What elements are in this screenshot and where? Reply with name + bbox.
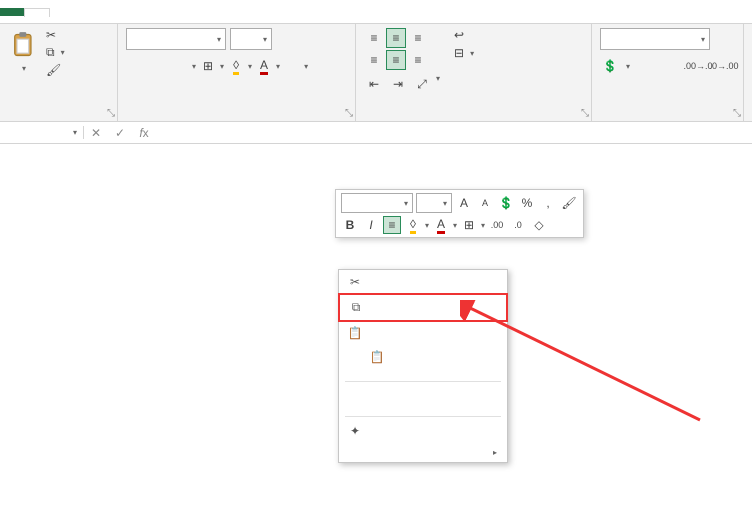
- mini-fill-color[interactable]: ◊: [404, 216, 422, 234]
- merge-center-button[interactable]: ⊟▾: [454, 46, 474, 60]
- font-color-button[interactable]: A: [254, 56, 274, 76]
- fill-color-button[interactable]: ◊: [226, 56, 246, 76]
- bold-button[interactable]: [126, 56, 146, 76]
- number-format-select[interactable]: ▾: [600, 28, 710, 50]
- align-top-button[interactable]: ≡: [364, 28, 384, 48]
- font-name-select[interactable]: ▾: [126, 28, 226, 50]
- clipboard-icon: [10, 30, 38, 60]
- group-number-label: [600, 117, 735, 119]
- increase-indent-button[interactable]: ⇥: [388, 74, 408, 94]
- group-clipboard-label: [8, 117, 109, 119]
- ctx-filter[interactable]: ▸: [339, 443, 507, 462]
- brush-icon: 🖌: [46, 63, 61, 77]
- font-size-select[interactable]: ▾: [230, 28, 272, 50]
- comma-button[interactable]: [662, 56, 682, 76]
- mini-grow-font[interactable]: A: [455, 194, 473, 212]
- clipboard-icon: 📋: [369, 350, 385, 364]
- shrink-font-button[interactable]: [300, 29, 320, 49]
- clipboard-icon: 📋: [347, 326, 363, 340]
- mini-font-name[interactable]: ▾: [341, 193, 413, 213]
- enter-button[interactable]: ✓: [108, 126, 132, 140]
- tab-data[interactable]: [122, 8, 146, 16]
- ctx-clear[interactable]: [339, 404, 507, 414]
- currency-button[interactable]: 💲: [600, 56, 620, 76]
- bucket-icon: ◊: [233, 58, 239, 75]
- tab-page-layout[interactable]: [74, 8, 98, 16]
- mini-bold[interactable]: B: [341, 216, 359, 234]
- group-font-label: [126, 117, 347, 119]
- ctx-delete[interactable]: [339, 394, 507, 404]
- sparkle-icon: ✦: [347, 424, 363, 438]
- copy-icon: ⧉: [348, 300, 364, 315]
- tab-insert[interactable]: [50, 8, 74, 16]
- mini-font-size[interactable]: ▾: [416, 193, 452, 213]
- scissors-icon: ✂: [347, 275, 363, 289]
- scissors-icon: ✂: [46, 28, 56, 42]
- tab-home[interactable]: [24, 8, 50, 17]
- align-bottom-button[interactable]: ≡: [408, 28, 428, 48]
- chevron-down-icon: ▾: [22, 64, 26, 73]
- mini-align-center[interactable]: ≡: [383, 216, 401, 234]
- fx-button[interactable]: fx: [132, 126, 156, 140]
- paste-button[interactable]: ▾: [8, 28, 40, 75]
- border-button[interactable]: ⊞: [198, 56, 218, 76]
- italic-button[interactable]: [148, 56, 168, 76]
- phonetic-button[interactable]: [282, 56, 302, 76]
- align-center-button[interactable]: ≡: [386, 50, 406, 70]
- decrease-indent-button[interactable]: ⇤: [364, 74, 384, 94]
- increase-decimal-button[interactable]: .00→.0: [688, 56, 708, 76]
- mini-toolbar: ▾ ▾ A A 💲 % , 🖌 B I ≡ ◊▾ A▾ ⊞▾ .00 .0 ◇: [335, 189, 584, 238]
- mini-italic[interactable]: I: [362, 216, 380, 234]
- mini-clear-format[interactable]: ◇: [530, 216, 548, 234]
- merge-icon: ⊟: [454, 46, 464, 60]
- format-painter-button[interactable]: 🖌: [46, 63, 65, 77]
- dialog-launcher-icon[interactable]: ⤡: [581, 108, 589, 119]
- decrease-decimal-button[interactable]: .0→.00: [714, 56, 734, 76]
- tab-file[interactable]: [0, 8, 24, 16]
- mini-inc-dec[interactable]: .00: [488, 216, 506, 234]
- ctx-quick-analysis[interactable]: ✦: [339, 419, 507, 443]
- mini-border[interactable]: ⊞: [460, 216, 478, 234]
- copy-button[interactable]: ⧉▾: [46, 45, 65, 60]
- formula-bar[interactable]: [156, 131, 752, 135]
- align-left-button[interactable]: ≡: [364, 50, 384, 70]
- name-box[interactable]: ▾: [0, 126, 84, 139]
- align-right-button[interactable]: ≡: [408, 50, 428, 70]
- percent-button[interactable]: [636, 56, 656, 76]
- tab-view[interactable]: [170, 8, 194, 16]
- wrap-text-button[interactable]: ↩: [454, 28, 474, 42]
- dialog-launcher-icon[interactable]: ⤡: [345, 108, 353, 119]
- group-alignment-label: [364, 117, 583, 119]
- mini-shrink-font[interactable]: A: [476, 194, 494, 212]
- context-menu: ✂ ⧉ 📋 📋 ✦ ▸: [338, 269, 508, 463]
- ctx-copy[interactable]: ⧉: [340, 295, 506, 320]
- ctx-paste-options-label: 📋: [339, 321, 507, 345]
- mini-format-painter[interactable]: 🖌: [560, 194, 578, 212]
- mini-dec-dec[interactable]: .0: [509, 216, 527, 234]
- wrap-icon: ↩: [454, 28, 464, 42]
- grow-font-button[interactable]: [276, 29, 296, 49]
- copy-icon: ⧉: [46, 45, 55, 60]
- mini-font-color[interactable]: A: [432, 216, 450, 234]
- orientation-button[interactable]: ⤢: [412, 74, 432, 94]
- ctx-cut[interactable]: ✂: [339, 270, 507, 294]
- dialog-launcher-icon[interactable]: ⤡: [733, 108, 741, 119]
- ctx-paste-special[interactable]: [339, 369, 507, 379]
- mini-comma[interactable]: ,: [539, 194, 557, 212]
- mini-currency[interactable]: 💲: [497, 194, 515, 212]
- dialog-launcher-icon[interactable]: ⤡: [107, 108, 115, 119]
- underline-button[interactable]: [170, 56, 190, 76]
- ctx-insert[interactable]: [339, 384, 507, 394]
- tab-formula[interactable]: [98, 8, 122, 16]
- cancel-button[interactable]: ✕: [84, 126, 108, 140]
- ctx-paste-option-values[interactable]: 📋: [339, 345, 507, 369]
- tab-review[interactable]: [146, 8, 170, 16]
- align-middle-button[interactable]: ≡: [386, 28, 406, 48]
- cut-button[interactable]: ✂: [46, 28, 65, 42]
- mini-percent[interactable]: %: [518, 194, 536, 212]
